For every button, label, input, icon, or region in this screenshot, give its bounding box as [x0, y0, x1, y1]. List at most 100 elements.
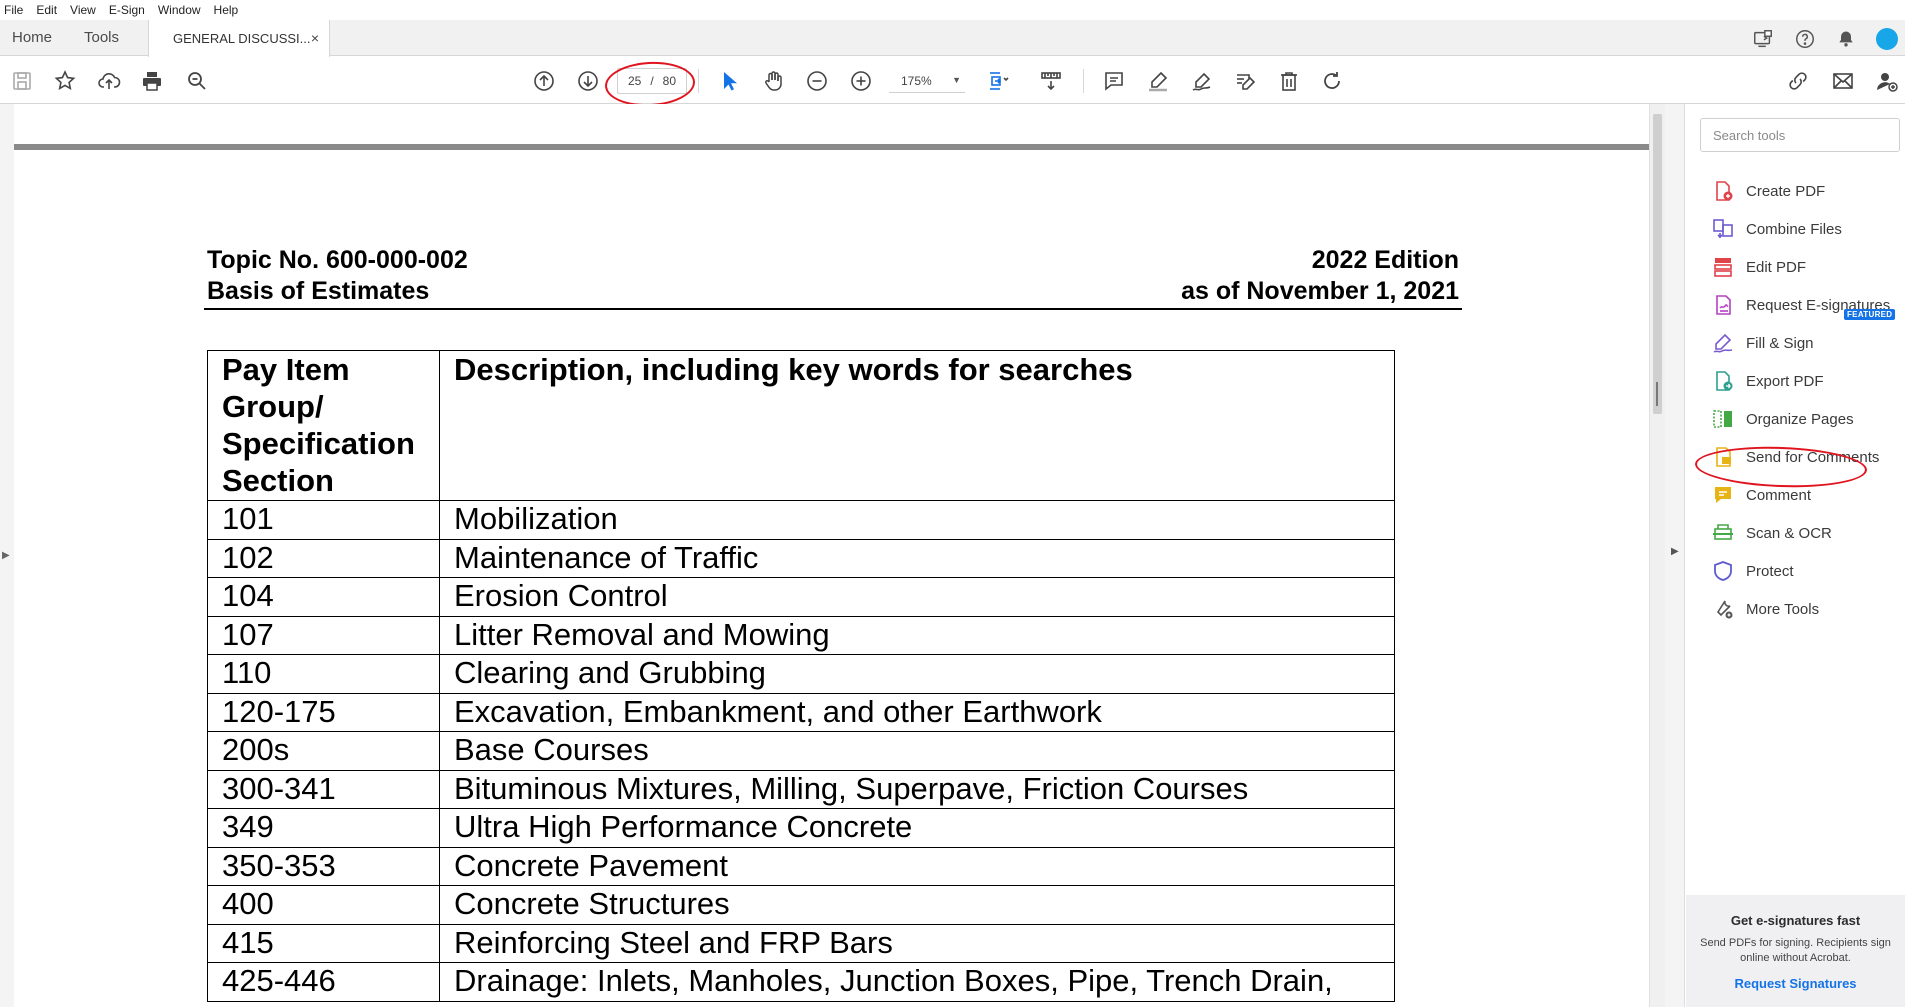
zoom-in-icon[interactable]	[847, 67, 875, 95]
tool-item-label: Fill & Sign	[1746, 334, 1814, 352]
menu-esign[interactable]: E-Sign	[109, 3, 145, 17]
select-cursor-icon[interactable]	[715, 67, 743, 95]
pay-item-cell: 200s	[207, 731, 440, 771]
description-cell: Erosion Control	[439, 577, 1395, 617]
menu-edit[interactable]: Edit	[36, 3, 57, 17]
hand-pan-icon[interactable]	[759, 67, 787, 95]
tool-item-edit-pdf[interactable]: Edit PDF	[1710, 254, 1806, 280]
email-envelope-icon[interactable]	[1829, 67, 1857, 95]
draw-freehand-icon[interactable]	[1188, 67, 1216, 95]
next-page-icon[interactable]	[574, 67, 602, 95]
main-toolbar: 25 / 80 175% ▼	[0, 57, 1905, 104]
pay-item-cell: 104	[207, 577, 440, 617]
table-row: 110 Clearing and Grubbing	[207, 654, 1395, 694]
close-tab-icon[interactable]: ×	[311, 30, 319, 46]
edit-pdf-icon	[1710, 254, 1736, 280]
collapse-right-icon: ▶	[1671, 546, 1679, 557]
left-panel-toggle[interactable]: ▶	[0, 104, 14, 1007]
tab-document-title: GENERAL DISCUSSI...	[173, 31, 311, 46]
table-row: 102 Maintenance of Traffic	[207, 538, 1395, 578]
description-cell: Base Courses	[439, 731, 1395, 771]
description-cell: Excavation, Embankment, and other Earthw…	[439, 692, 1395, 732]
organize-pages-icon	[1710, 406, 1736, 432]
table-row: 350-353 Concrete Pavement	[207, 846, 1395, 886]
table-row: 120-175 Excavation, Embankment, and other…	[207, 692, 1395, 732]
table-row: 200s Base Courses	[207, 731, 1395, 771]
page-fit-icon[interactable]	[984, 67, 1012, 95]
add-comment-icon[interactable]	[1100, 67, 1128, 95]
tool-item-create-pdf[interactable]: Create PDF	[1710, 178, 1825, 204]
help-icon[interactable]	[1792, 26, 1818, 52]
rotate-icon[interactable]	[1318, 67, 1346, 95]
description-cell: Concrete Pavement	[439, 846, 1395, 886]
zoom-out-icon[interactable]	[803, 67, 831, 95]
search-tools-input[interactable]: Search tools	[1700, 118, 1900, 152]
print-icon[interactable]	[138, 67, 166, 95]
tool-item-fill-sign[interactable]: Fill & Sign	[1710, 330, 1814, 356]
share-screen-icon[interactable]	[1750, 26, 1776, 52]
description-cell: Maintenance of Traffic	[439, 538, 1395, 578]
sign-edit-icon[interactable]	[1232, 67, 1260, 95]
pay-item-cell: 107	[207, 615, 440, 655]
esign-promo: Get e-signatures fast Send PDFs for sign…	[1686, 895, 1905, 1007]
tool-item-label: Scan & OCR	[1746, 524, 1832, 542]
expand-left-icon: ▶	[2, 550, 10, 561]
table-row: 300-341 Bituminous Mixtures, Milling, Sup…	[207, 769, 1395, 809]
previous-page-icon[interactable]	[530, 67, 558, 95]
scrollbar-grip	[1656, 382, 1658, 406]
pay-item-cell: 415	[207, 923, 440, 963]
tool-item-scan-ocr[interactable]: Scan & OCR	[1710, 520, 1832, 546]
right-panel-toggle[interactable]: ▶	[1665, 104, 1685, 1007]
pay-item-cell: 350-353	[207, 846, 440, 886]
upload-cloud-icon[interactable]	[95, 67, 123, 95]
tool-item-more-tools[interactable]: More Tools	[1710, 596, 1819, 622]
chevron-down-icon: ▼	[952, 75, 961, 85]
table-row: 104 Erosion Control	[207, 577, 1395, 617]
request-signatures-link[interactable]: Request Signatures	[1686, 976, 1905, 991]
description-cell: Bituminous Mixtures, Milling, Superpave,…	[439, 769, 1395, 809]
highlight-pen-icon[interactable]	[1144, 67, 1172, 95]
featured-badge: FEATURED	[1844, 309, 1896, 320]
zoom-search-icon[interactable]	[183, 67, 211, 95]
tool-item-organize-pages[interactable]: Organize Pages	[1710, 406, 1854, 432]
share-link-icon[interactable]	[1784, 67, 1812, 95]
menu-help[interactable]: Help	[214, 3, 239, 17]
menu-window[interactable]: Window	[158, 3, 201, 17]
tool-item-combine-files[interactable]: Combine Files	[1710, 216, 1842, 242]
save-icon[interactable]	[8, 67, 36, 95]
toolbar-divider	[1083, 69, 1084, 93]
menu-file[interactable]: File	[4, 3, 23, 17]
comment-icon	[1710, 482, 1736, 508]
tool-item-export-pdf[interactable]: Export PDF	[1710, 368, 1824, 394]
description-cell: Reinforcing Steel and FRP Bars	[439, 923, 1395, 963]
scrollbar-thumb[interactable]	[1653, 114, 1662, 414]
export-pdf-icon	[1710, 368, 1736, 394]
tool-item-label: Combine Files	[1746, 220, 1842, 238]
vertical-scrollbar[interactable]	[1649, 104, 1665, 1007]
description-cell: Mobilization	[439, 500, 1395, 540]
request-esign-icon	[1710, 292, 1736, 318]
account-avatar-icon[interactable]	[1874, 26, 1900, 52]
table-row: 349 Ultra High Performance Concrete	[207, 808, 1395, 848]
pay-item-cell: 400	[207, 885, 440, 925]
doc-date: as of November 1, 2021	[1181, 277, 1459, 305]
document-viewport[interactable]: Topic No. 600-000-002 Basis of Estimates…	[14, 104, 1649, 1007]
zoom-level-dropdown[interactable]: 175% ▼	[889, 69, 965, 93]
scroll-mode-icon[interactable]	[1037, 67, 1065, 95]
bookmark-star-icon[interactable]	[51, 67, 79, 95]
pay-item-cell: 300-341	[207, 769, 440, 809]
tab-tools[interactable]: Tools	[84, 29, 119, 46]
tab-document[interactable]: GENERAL DISCUSSI... ×	[148, 20, 330, 57]
doc-header-left: Topic No. 600-000-002 Basis of Estimates	[207, 245, 468, 307]
share-user-icon[interactable]	[1873, 67, 1901, 95]
doc-subject: Basis of Estimates	[207, 277, 430, 305]
tab-home[interactable]: Home	[12, 29, 52, 46]
notifications-bell-icon[interactable]	[1833, 26, 1859, 52]
menu-view[interactable]: View	[70, 3, 96, 17]
scan-ocr-icon	[1710, 520, 1736, 546]
delete-trash-icon[interactable]	[1275, 67, 1303, 95]
doc-edition: 2022 Edition	[1311, 246, 1459, 274]
tool-item-protect[interactable]: Protect	[1710, 558, 1794, 584]
doc-topic-number: Topic No. 600-000-002	[207, 246, 468, 274]
pay-item-cell: 120-175	[207, 692, 440, 732]
